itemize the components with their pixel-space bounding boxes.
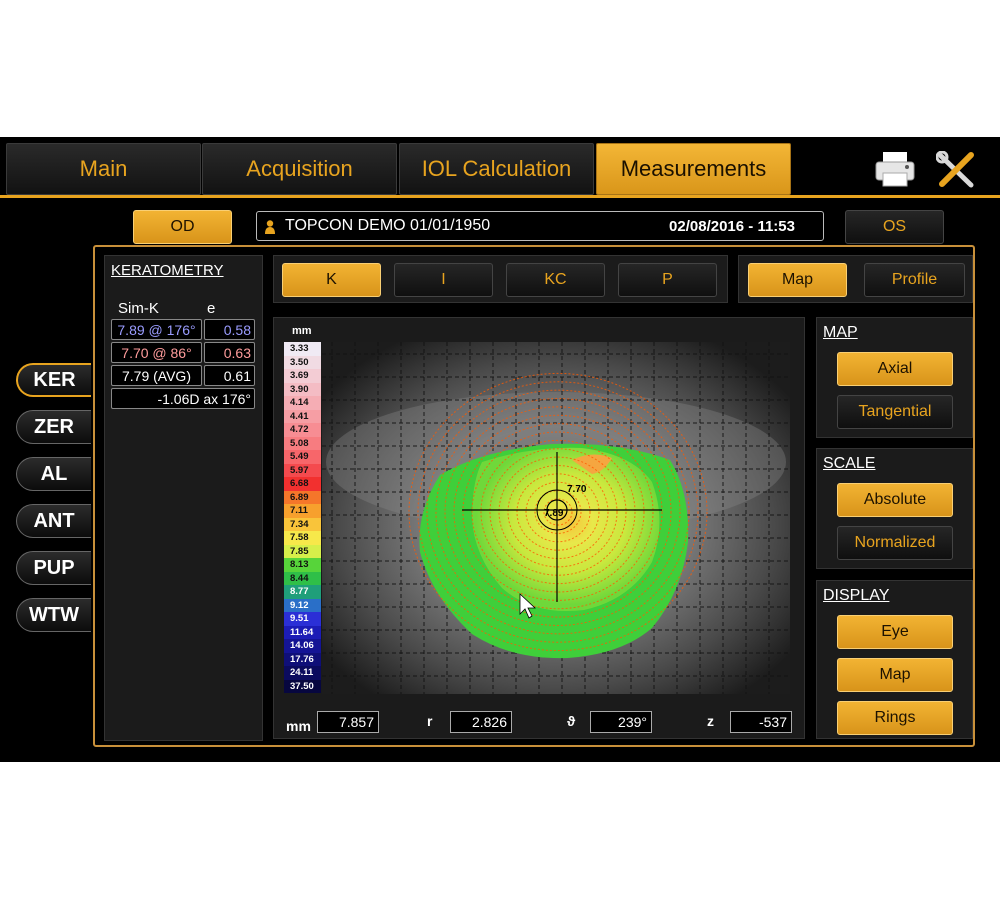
legend-swatch: 9.51 [284, 612, 321, 626]
k2-e-value: 0.63 [204, 342, 255, 363]
readout-label-theta: ϑ [567, 713, 576, 729]
map-view-button[interactable]: Map [748, 263, 847, 297]
tab-acquisition[interactable]: Acquisition [202, 143, 397, 195]
legend-swatch: 24.11 [284, 666, 321, 680]
absolute-button[interactable]: Absolute [837, 483, 953, 517]
legend-swatch: 3.69 [284, 369, 321, 383]
printer-icon[interactable] [874, 151, 916, 187]
legend-swatch: 3.33 [284, 342, 321, 356]
exam-datetime: 02/08/2016 - 11:53 [669, 218, 795, 235]
k1-value: 7.89 @ 176° [111, 319, 202, 340]
legend-swatch: 5.97 [284, 463, 321, 477]
mode-button-k[interactable]: K [282, 263, 381, 297]
map-display-button[interactable]: Map [837, 658, 953, 692]
side-tab-zer[interactable]: ZER [16, 410, 91, 444]
legend-swatch: 6.89 [284, 490, 321, 504]
tab-measurements[interactable]: Measurements [596, 143, 791, 195]
tangential-button[interactable]: Tangential [837, 395, 953, 429]
os-button[interactable]: OS [845, 210, 944, 244]
tab-underline [0, 195, 1000, 198]
color-scale-legend: 3.33 3.50 3.69 3.90 4.14 4.41 4.72 5.08 5.49 5.97… [284, 342, 321, 693]
side-tab-pup[interactable]: PUP [16, 551, 91, 585]
side-tab-ker[interactable]: KER [16, 363, 91, 397]
side-tab-wtw[interactable]: WTW [16, 598, 91, 632]
readout-value-z: -537 [730, 711, 792, 733]
legend-swatch: 7.58 [284, 531, 321, 545]
astigmatism-value: -1.06D ax 176° [111, 388, 255, 409]
eye-display-button[interactable]: Eye [837, 615, 953, 649]
corneal-topography-map[interactable]: 7.70 7.89 [322, 342, 790, 694]
display-options-title: DISPLAY [823, 587, 890, 604]
readout-value-theta: 239° [590, 711, 652, 733]
od-button[interactable]: OD [133, 210, 232, 244]
legend-swatch: 7.34 [284, 517, 321, 531]
legend-swatch: 8.44 [284, 571, 321, 585]
legend-swatch: 6.68 [284, 477, 321, 491]
k2-map-label: 7.89 [544, 508, 564, 519]
readout-label-mm: mm [286, 718, 311, 734]
legend-swatch: 14.06 [284, 639, 321, 653]
map-options-title: MAP [823, 324, 858, 341]
readout-label-z: z [707, 713, 714, 729]
legend-swatch: 3.90 [284, 382, 321, 396]
legend-swatch: 4.41 [284, 409, 321, 423]
legend-swatch: 9.12 [284, 598, 321, 612]
k1-map-label: 7.70 [567, 484, 587, 495]
legend-swatch: 11.64 [284, 625, 321, 639]
rings-display-button[interactable]: Rings [837, 701, 953, 735]
sim-k-header: Sim-K [118, 300, 159, 317]
legend-swatch: 8.13 [284, 558, 321, 572]
side-tab-al[interactable]: AL [16, 457, 91, 491]
tools-icon[interactable] [936, 151, 976, 189]
legend-swatch: 17.76 [284, 652, 321, 666]
profile-view-button[interactable]: Profile [864, 263, 965, 297]
tab-main[interactable]: Main [6, 143, 201, 195]
legend-swatch: 5.49 [284, 450, 321, 464]
legend-swatch: 8.77 [284, 585, 321, 599]
legend-swatch: 7.85 [284, 544, 321, 558]
readout-value-r: 2.826 [450, 711, 512, 733]
keratometry-title: KERATOMETRY [111, 262, 224, 279]
k-avg-value: 7.79 (AVG) [111, 365, 202, 386]
axial-button[interactable]: Axial [837, 352, 953, 386]
legend-swatch: 37.50 [284, 679, 321, 693]
legend-swatch: 5.08 [284, 436, 321, 450]
normalized-button[interactable]: Normalized [837, 526, 953, 560]
k1-e-value: 0.58 [204, 319, 255, 340]
patient-bar: TOPCON DEMO 01/01/1950 02/08/2016 - 11:5… [256, 211, 824, 241]
tab-iol-calculation[interactable]: IOL Calculation [399, 143, 594, 195]
side-tab-ant[interactable]: ANT [16, 504, 91, 538]
legend-swatch: 7.11 [284, 504, 321, 518]
legend-swatch: 4.14 [284, 396, 321, 410]
patient-name: TOPCON DEMO 01/01/1950 [285, 217, 491, 234]
mode-button-p[interactable]: P [618, 263, 717, 297]
mode-button-i[interactable]: I [394, 263, 493, 297]
e-header: e [207, 300, 216, 317]
legend-swatch: 3.50 [284, 355, 321, 369]
person-icon [265, 220, 275, 234]
mode-button-kc[interactable]: KC [506, 263, 605, 297]
k-avg-e-value: 0.61 [204, 365, 255, 386]
scale-unit-label: mm [292, 325, 312, 337]
app-window: Main Acquisition IOL Calculation Measure… [0, 137, 1000, 762]
legend-swatch: 4.72 [284, 423, 321, 437]
readout-label-r: r [427, 713, 433, 729]
scale-options-title: SCALE [823, 455, 876, 472]
k2-value: 7.70 @ 86° [111, 342, 202, 363]
readout-value-mm: 7.857 [317, 711, 379, 733]
